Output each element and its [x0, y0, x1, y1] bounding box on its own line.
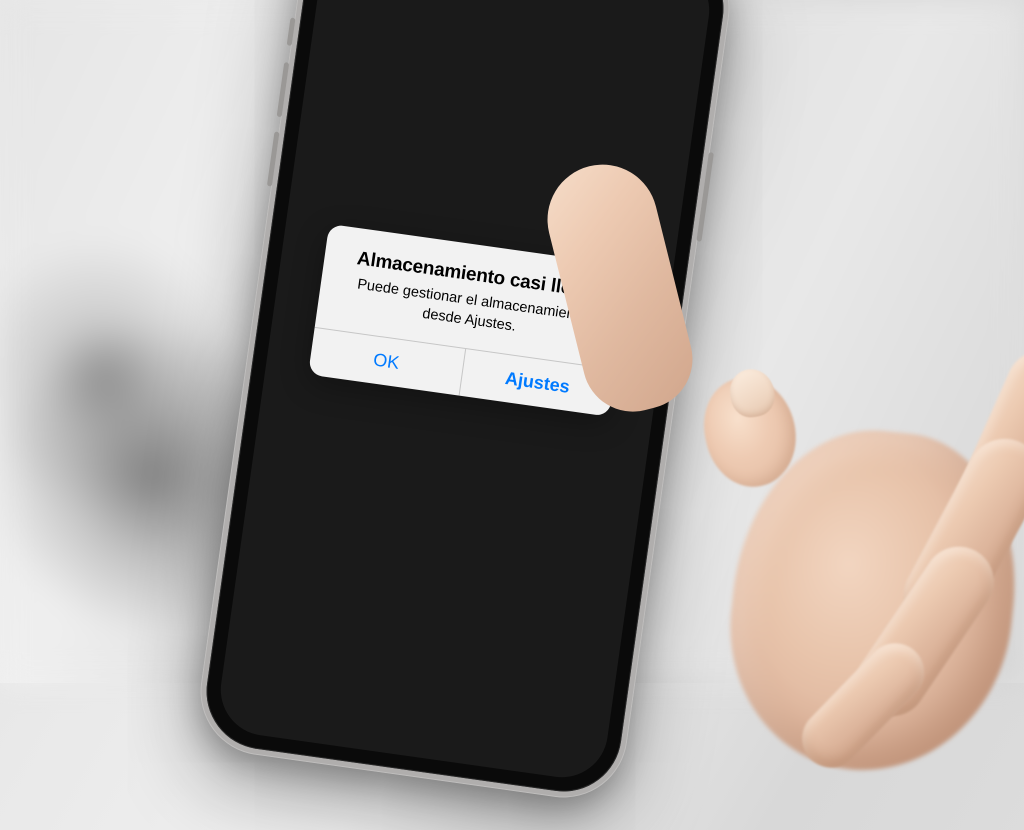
storage-alert-dialog: Almacenamiento casi lleno Puede gestiona… — [308, 224, 630, 417]
